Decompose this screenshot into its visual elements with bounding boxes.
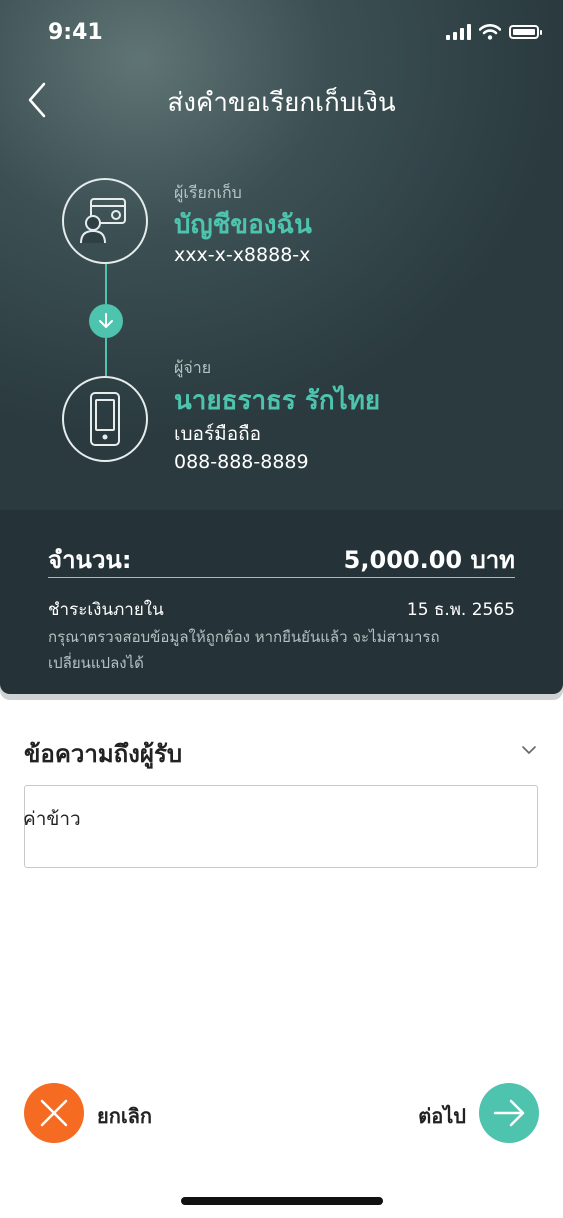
header: 9:41 ส่งคำขอเรียกเก็บเงิน ผู้เรียกเก็บ บ… <box>0 0 563 510</box>
requester-account: xxx-x-x8888-x <box>174 244 311 266</box>
battery-icon <box>509 25 542 39</box>
payer-avatar <box>62 376 148 462</box>
message-section-title: ข้อความถึงผู้รับ <box>24 740 183 768</box>
home-indicator[interactable] <box>181 1197 383 1205</box>
divider <box>48 577 515 578</box>
chevron-down-icon <box>522 746 536 754</box>
payer-name: นายธราธร รักไทย <box>174 386 381 416</box>
requester-avatar <box>62 178 148 264</box>
account-card-icon <box>80 198 126 244</box>
wifi-icon <box>479 24 501 40</box>
next-button[interactable] <box>479 1083 539 1143</box>
status-time: 9:41 <box>48 20 103 45</box>
arrow-right-icon <box>493 1099 525 1127</box>
confirmation-notice: กรุณาตรวจสอบข้อมูลให้ถูกต้อง หากยืนยันแล… <box>48 628 440 672</box>
due-label: ชำระเงินภายใน <box>48 600 164 620</box>
cellular-signal-icon <box>446 24 471 40</box>
flow-connector-top <box>105 264 107 304</box>
payer-method: เบอร์มือถือ <box>174 423 262 445</box>
message-collapse-toggle[interactable] <box>521 742 537 758</box>
close-icon <box>40 1099 68 1127</box>
requester-label: ผู้เรียกเก็บ <box>174 183 242 202</box>
message-textarea[interactable]: ค่าข้าว <box>23 785 538 868</box>
next-label[interactable]: ต่อไป <box>418 1100 466 1132</box>
mobile-phone-icon <box>90 392 120 446</box>
requester-name: บัญชีของฉัน <box>174 210 312 240</box>
amount-summary-panel: จำนวน: 5,000.00 บาท ชำระเงินภายใน 15 ธ.พ… <box>0 510 563 694</box>
arrow-down-icon <box>89 304 123 338</box>
payer-label: ผู้จ่าย <box>174 358 212 377</box>
due-date: 15 ธ.พ. 2565 <box>406 600 515 620</box>
cancel-label[interactable]: ยกเลิก <box>97 1100 152 1132</box>
amount-label: จำนวน: <box>48 546 132 574</box>
payer-phone: 088-888-8889 <box>174 451 309 473</box>
flow-connector-bottom <box>105 338 107 376</box>
amount-value: 5,000.00 บาท <box>343 546 515 574</box>
message-text: ค่าข้าว <box>23 808 81 830</box>
cancel-button[interactable] <box>24 1083 84 1143</box>
page-title: ส่งคำขอเรียกเก็บเงิน <box>167 88 396 118</box>
status-icons <box>446 24 542 40</box>
